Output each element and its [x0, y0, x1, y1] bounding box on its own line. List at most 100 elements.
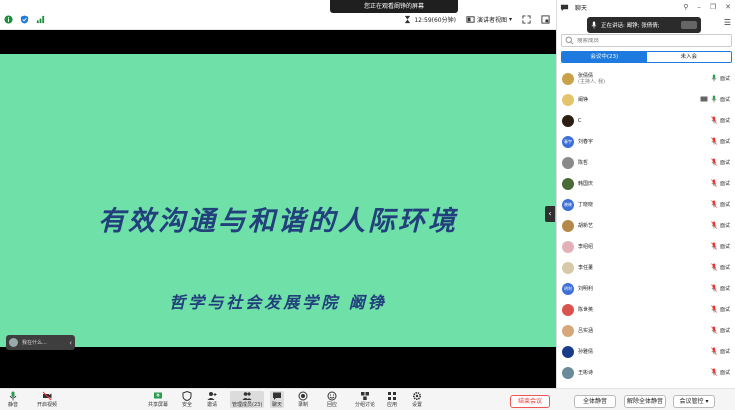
top-left-icons: [4, 15, 45, 24]
restore-icon[interactable]: ❐: [710, 3, 716, 11]
participant-row[interactable]: 阚铮 面试: [557, 89, 735, 110]
participant-row[interactable]: 王彬诗 面试: [557, 362, 735, 383]
participant-name: 陈世英: [578, 306, 594, 313]
chevron-left-icon[interactable]: ‹: [69, 339, 72, 347]
microphone-icon[interactable]: [711, 368, 717, 376]
invite-button[interactable]: 邀请: [207, 391, 217, 408]
avatar: 晓晓: [562, 198, 574, 211]
screen-share-notice[interactable]: 您正在观看阚铮的屏幕: [330, 0, 458, 13]
participant-action-link[interactable]: 面试: [720, 222, 730, 229]
microphone-icon[interactable]: [711, 74, 717, 82]
chevron-down-icon: ▾: [705, 398, 709, 405]
info-icon[interactable]: [4, 15, 13, 24]
chat-label[interactable]: 聊天: [575, 3, 587, 12]
shield-icon[interactable]: [20, 15, 29, 24]
minimize-icon[interactable]: –: [697, 3, 701, 11]
avatar: 春宇: [562, 135, 574, 148]
pin-icon[interactable]: ⚲: [683, 3, 688, 11]
participant-action-link[interactable]: 面试: [720, 96, 730, 103]
gear-icon: [412, 391, 422, 401]
participant-action-link[interactable]: 面试: [720, 75, 730, 82]
participant-action-link[interactable]: 面试: [720, 117, 730, 124]
participant-row[interactable]: 李任董 面试: [557, 257, 735, 278]
participant-action-link[interactable]: 面试: [720, 138, 730, 145]
microphone-icon[interactable]: [711, 158, 717, 166]
microphone-icon[interactable]: [711, 263, 717, 271]
microphone-icon[interactable]: [711, 242, 717, 250]
tab-not-joined[interactable]: 未入会: [646, 52, 731, 62]
microphone-icon[interactable]: [711, 116, 717, 124]
participant-row[interactable]: 李绍绍 面试: [557, 236, 735, 257]
close-icon[interactable]: ✕: [725, 3, 731, 11]
mute-all-button[interactable]: 全体静音: [574, 395, 616, 408]
microphone-icon[interactable]: [711, 305, 717, 313]
avatar: [562, 177, 574, 190]
caption-pill[interactable]: 我在什么... ‹: [6, 335, 75, 350]
participant-row[interactable]: 张倩倩 (主持人, 我) 面试: [557, 68, 735, 89]
participant-row[interactable]: 明利 刘明利 面试: [557, 278, 735, 299]
participant-row[interactable]: 吕实涵 面试: [557, 320, 735, 341]
record-button[interactable]: 录制: [298, 391, 308, 408]
participant-action-link[interactable]: 面试: [720, 264, 730, 271]
participant-row[interactable]: 春宇 刘春宇 面试: [557, 131, 735, 152]
share-screen-button[interactable]: 共享屏幕: [148, 391, 168, 408]
participant-action-link[interactable]: 面试: [720, 180, 730, 187]
fullscreen-icon[interactable]: [522, 15, 531, 24]
shield-icon: [182, 391, 192, 401]
participant-controls: 面试: [711, 200, 730, 208]
participant-row[interactable]: 胡新艺 面试: [557, 215, 735, 236]
microphone-icon[interactable]: [711, 347, 717, 355]
participant-action-link[interactable]: 面试: [720, 159, 730, 166]
participant-action-link[interactable]: 面试: [720, 348, 730, 355]
microphone-icon[interactable]: [711, 326, 717, 334]
apps-button[interactable]: 应用: [387, 391, 397, 408]
menu-icon[interactable]: ☰: [724, 18, 731, 27]
participant-name: C: [578, 117, 582, 124]
participant-row[interactable]: 陈世英 面试: [557, 299, 735, 320]
tab-in-meeting[interactable]: 会议中(23): [562, 52, 647, 62]
mute-button[interactable]: 静音: [8, 391, 18, 408]
participant-action-link[interactable]: 面试: [720, 201, 730, 208]
settings-button[interactable]: 设置: [412, 391, 422, 408]
manage-participants-button[interactable]: 管理成员(23): [230, 391, 265, 408]
meeting-control-button[interactable]: 会议管控 ▾: [673, 395, 715, 408]
participant-controls: 面试: [711, 305, 730, 313]
participant-action-link[interactable]: 面试: [720, 327, 730, 334]
chat-bubble-icon[interactable]: [560, 3, 569, 12]
view-mode-button[interactable]: 演讲者视图 ▾: [466, 15, 512, 24]
microphone-icon[interactable]: [711, 95, 717, 103]
participant-controls: 面试: [711, 116, 730, 124]
microphone-icon[interactable]: [711, 179, 717, 187]
participant-action-link[interactable]: 面试: [720, 243, 730, 250]
search-bar[interactable]: [561, 34, 732, 47]
microphone-icon[interactable]: [711, 284, 717, 292]
avatar: [562, 261, 574, 274]
participant-controls: 面试: [711, 74, 730, 82]
participant-action-link[interactable]: 面试: [720, 285, 730, 292]
participant-row[interactable]: 孙雅倩 面试: [557, 341, 735, 362]
microphone-icon[interactable]: [711, 137, 717, 145]
participant-row[interactable]: 陈哲 面试: [557, 152, 735, 173]
microphone-icon[interactable]: [711, 200, 717, 208]
participant-action-link[interactable]: 面试: [720, 306, 730, 313]
participant-controls: 面试: [711, 137, 730, 145]
search-input[interactable]: [577, 37, 717, 44]
breakout-rooms-button[interactable]: 分组讨论: [355, 391, 375, 408]
chat-button[interactable]: 聊天: [270, 391, 285, 408]
microphone-icon[interactable]: [711, 221, 717, 229]
unmute-all-button[interactable]: 解除全体静音: [624, 395, 666, 408]
participant-row[interactable]: 晓晓 丁晓晓 面试: [557, 194, 735, 215]
collapse-panel-button[interactable]: ‹: [545, 206, 555, 222]
reactions-button[interactable]: 回应: [327, 391, 337, 408]
security-button[interactable]: 安全: [182, 391, 192, 408]
signal-icon[interactable]: [36, 15, 45, 24]
participant-name: 张倩倩: [578, 72, 594, 79]
video-button[interactable]: 开启视频: [37, 391, 57, 408]
participant-action-link[interactable]: 面试: [720, 369, 730, 376]
presentation-slide: 有效沟通与和谐的人际环境 哲学与社会发展学院 阚铮: [0, 54, 556, 347]
participant-row[interactable]: 韩国庆 面试: [557, 173, 735, 194]
participant-row[interactable]: C 面试: [557, 110, 735, 131]
end-meeting-button[interactable]: 结束会议: [510, 395, 550, 408]
window-icon[interactable]: [541, 15, 550, 24]
caption-text: 我在什么...: [22, 340, 47, 346]
